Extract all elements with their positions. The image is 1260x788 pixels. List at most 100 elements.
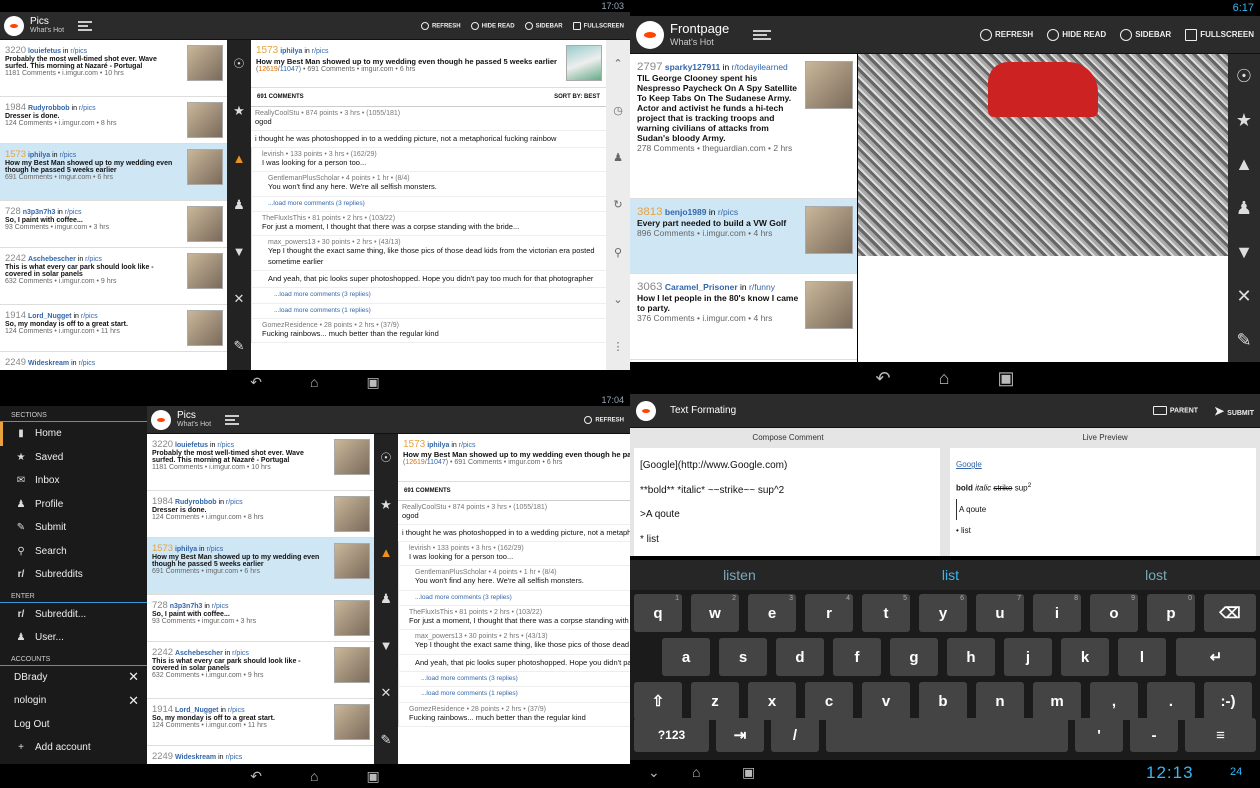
account-item[interactable]: nologin ✕ [0, 689, 147, 713]
drawer-item-enter-user[interactable]: ♟ User... [0, 626, 147, 650]
post-subreddit[interactable]: r/pics [225, 754, 242, 761]
comment[interactable]: TheFluxIsThis • 81 points • 2 hrs • (103… [398, 606, 630, 631]
comment-meta[interactable]: levirish • 133 points • 3 hrs • (162/29) [409, 545, 624, 552]
comment-meta[interactable]: levirish • 133 points • 3 hrs • (162/29) [262, 151, 600, 158]
post-subreddit[interactable]: r/pics [228, 707, 245, 714]
post-subreddit[interactable]: r/pics [217, 442, 234, 449]
op-title[interactable]: How my Best Man showed up to my wedding … [256, 57, 564, 66]
fullscreen-button[interactable]: FULLSCREEN [572, 21, 624, 30]
post-author[interactable]: iphilya [28, 152, 50, 159]
upvote-icon[interactable]: ▲ [233, 151, 246, 166]
hide-read-button[interactable]: HIDE READ [470, 21, 515, 30]
recents-icon[interactable]: ▣ [366, 374, 379, 391]
post-author[interactable]: louiefetus [28, 48, 61, 55]
key[interactable]: p0 [1147, 594, 1195, 632]
drawer-item-search[interactable]: ⚲ Search [0, 540, 147, 564]
refresh-button[interactable]: REFRESH [979, 28, 1033, 41]
post-subreddit[interactable]: r/pics [78, 360, 95, 367]
comment-meta[interactable]: GomezResidence • 28 points • 2 hrs • (37… [262, 322, 600, 329]
post-row[interactable]: 1984 Rudyrobbob in r/pics Dresser is done… [147, 491, 374, 538]
comment[interactable]: ...load more comments (3 replies) [398, 590, 630, 607]
suggestion[interactable]: listen [723, 567, 756, 583]
space-key[interactable] [826, 718, 1068, 752]
clock-icon[interactable]: ◷ [613, 104, 623, 117]
post-row[interactable]: 1914 Lord_Nugget in r/pics So, my monday … [0, 305, 227, 352]
recents-icon[interactable]: ▣ [742, 764, 755, 781]
post-author[interactable]: n3p3n7h3 [170, 603, 203, 610]
settings-key[interactable]: ≡ [1185, 718, 1256, 752]
comment-meta[interactable]: max_powers13 • 30 points • 2 hrs • (43/1… [268, 239, 600, 246]
hamburger-menu-icon[interactable] [225, 414, 240, 425]
post-author[interactable]: Lord_Nugget [175, 707, 219, 714]
shift-key[interactable]: ⇧ [634, 682, 682, 720]
reply-icon[interactable]: ✎ [381, 732, 392, 748]
post-row[interactable]: 1914 Lord_Nugget in r/pics So, my monday … [147, 699, 374, 746]
symbols-key[interactable]: ?123 [634, 718, 709, 752]
post-subreddit[interactable]: r/pics [85, 256, 102, 263]
post-row[interactable]: 2249 Wideskream in r/pics [147, 746, 374, 764]
user-icon[interactable]: ♟ [613, 151, 623, 164]
home-icon[interactable]: ⌂ [939, 368, 950, 389]
fullscreen-button[interactable]: FULLSCREEN [1185, 28, 1254, 41]
submit-button[interactable]: ➤ SUBMIT [1214, 404, 1254, 418]
key[interactable]: t5 [862, 594, 910, 632]
enter-key[interactable]: ↵ [1176, 638, 1256, 676]
chevron-down-icon[interactable]: ⌄ [613, 293, 622, 306]
suggestion[interactable]: lost [1145, 567, 1167, 583]
key[interactable]: m [1033, 682, 1081, 720]
hamburger-menu-icon[interactable] [78, 20, 93, 31]
recents-icon[interactable]: ▣ [997, 368, 1014, 389]
reddit-alien-logo[interactable] [151, 409, 171, 430]
load-more-link[interactable]: ...load more comments (3 replies) [415, 594, 624, 603]
post-row[interactable]: 2242 Aschebescher in r/pics This is what … [0, 248, 227, 305]
drawer-item-submit[interactable]: ✎ Submit [0, 516, 147, 540]
op-subreddit[interactable]: r/pics [312, 48, 329, 55]
key[interactable]: a [662, 638, 710, 676]
key[interactable]: h [947, 638, 995, 676]
post-author[interactable]: Rudyrobbob [175, 499, 217, 506]
comment[interactable]: And yeah, that pic looks super photoshop… [251, 270, 606, 288]
globe-icon[interactable]: ☉ [380, 450, 392, 466]
post-thumbnail[interactable] [334, 439, 370, 475]
slash-key[interactable]: / [771, 718, 819, 752]
load-more-link[interactable]: ...load more comments (3 replies) [268, 200, 600, 209]
comment[interactable]: levirish • 133 points • 3 hrs • (162/29)… [398, 542, 630, 567]
sidebar-button[interactable]: SIDEBAR [1120, 28, 1171, 41]
post-row[interactable]: 1984 Rudyrobbob in r/pics Dresser is done… [0, 97, 227, 144]
comment[interactable]: GomezResidence • 28 points • 2 hrs • (37… [398, 703, 630, 728]
key[interactable]: w2 [691, 594, 739, 632]
close-icon[interactable]: ✕ [234, 291, 245, 307]
comment-meta[interactable]: TheFluxIsThis • 81 points • 2 hrs • (103… [409, 609, 624, 616]
key[interactable]: j [1004, 638, 1052, 676]
key[interactable]: l [1118, 638, 1166, 676]
key[interactable]: b [919, 682, 967, 720]
key[interactable]: g [890, 638, 938, 676]
key[interactable]: o9 [1090, 594, 1138, 632]
post-thumbnail[interactable] [334, 496, 370, 532]
backspace-key[interactable]: ⌫ [1204, 594, 1256, 632]
post-thumbnail[interactable] [334, 543, 370, 579]
post-subreddit[interactable]: r/pics [232, 650, 249, 657]
back-icon[interactable]: ↶ [250, 768, 262, 785]
compose-comment-input[interactable]: [Google](http://www.Google.com) **bold**… [634, 448, 940, 556]
drawer-item-inbox[interactable]: ✉ Inbox [0, 469, 147, 493]
account-item[interactable]: DBrady ✕ [0, 666, 147, 690]
comment[interactable]: i thought he was photoshopped in to a we… [251, 131, 606, 149]
key[interactable]: c [805, 682, 853, 720]
post-row[interactable]: 728 n3p3n7h3 in r/pics So, I paint with c… [0, 201, 227, 248]
apostrophe-key[interactable]: ' [1075, 718, 1123, 752]
post-row[interactable]: 1573 iphilya in r/pics How my Best Man sh… [0, 144, 227, 201]
comment-meta[interactable]: GentlemanPlusScholar • 4 points • 1 hr •… [415, 569, 624, 576]
key[interactable]: d [776, 638, 824, 676]
post-subreddit[interactable]: r/pics [81, 313, 98, 320]
reddit-alien-logo[interactable] [636, 20, 664, 49]
op-thumbnail[interactable] [566, 45, 602, 81]
post-subreddit[interactable]: r/pics [59, 152, 76, 159]
star-icon[interactable]: ★ [1236, 110, 1252, 131]
load-more-link[interactable]: ...load more comments (1 replies) [421, 690, 624, 699]
load-more-link[interactable]: ...load more comments (3 replies) [274, 291, 600, 300]
app-title-block[interactable]: Pics What's Hot [30, 16, 64, 36]
comment[interactable]: GentlemanPlusScholar • 4 points • 1 hr •… [251, 172, 606, 197]
key[interactable]: u7 [976, 594, 1024, 632]
post-subreddit[interactable]: r/pics [226, 499, 243, 506]
